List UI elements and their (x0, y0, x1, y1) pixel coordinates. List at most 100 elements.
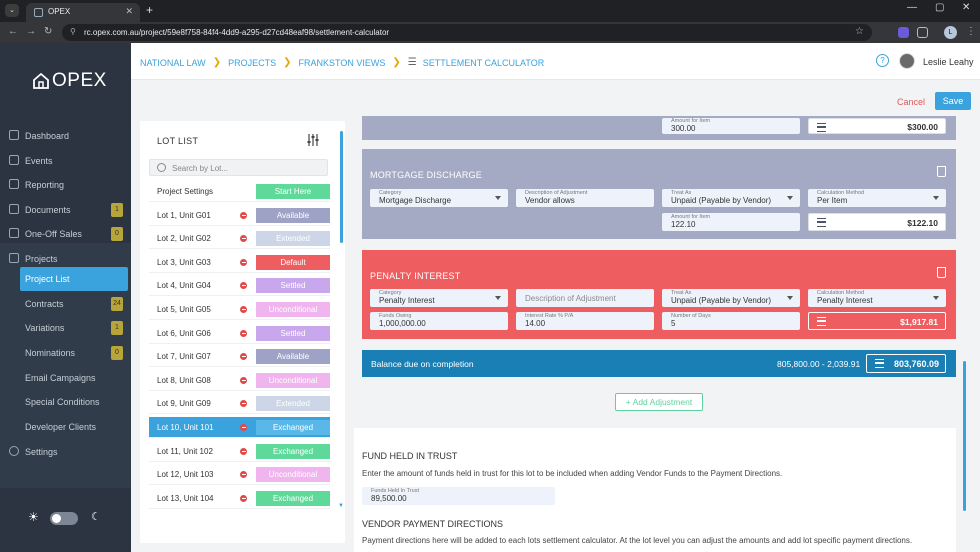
category-select[interactable]: Category Mortgage Discharge (370, 189, 508, 207)
maximize-button[interactable]: ▢ (935, 2, 944, 13)
user-name[interactable]: Leslie Leahy (923, 57, 974, 67)
interest-rate-field[interactable]: Interest Rate % P/A 14.00 (516, 312, 654, 330)
reload-button[interactable]: ↻ (44, 26, 52, 37)
field-value: Unpaid (Payable by Vendor) (671, 196, 772, 205)
count-badge: 0 (111, 346, 123, 360)
bookmark-star-icon[interactable]: ☆ (855, 26, 864, 37)
lot-row[interactable]: Lot 13, Unit 104 Exchanged (149, 488, 330, 509)
sidebar-item-events[interactable]: Events (0, 149, 131, 173)
content-scrollbar[interactable] (963, 121, 966, 541)
description-field[interactable]: Description of Adjustment (516, 289, 654, 307)
profile-avatar[interactable]: L (944, 26, 957, 39)
sidebar-item-project-list[interactable]: Project List (20, 267, 128, 291)
lot-row[interactable]: Lot 3, Unit G03 Default (149, 252, 330, 273)
category-select[interactable]: Category Penalty Interest (370, 289, 508, 307)
remove-circle-icon[interactable] (240, 211, 247, 219)
count-badge: 0 (111, 227, 123, 241)
remove-circle-icon[interactable] (240, 329, 247, 337)
tab-search-button[interactable]: ⌄ (5, 4, 19, 17)
close-window-button[interactable]: ✕ (962, 2, 970, 13)
sidebar-label: Documents (25, 205, 71, 215)
sidebar-item-email-campaigns[interactable]: Email Campaigns (0, 366, 131, 390)
sidebar-item-special-conditions[interactable]: Special Conditions (0, 390, 131, 414)
cancel-button[interactable]: Cancel (897, 97, 925, 107)
lot-row[interactable]: Lot 2, Unit G02 Extended (149, 228, 330, 250)
remove-circle-icon[interactable] (240, 258, 247, 266)
breadcrumb-national-law[interactable]: NATIONAL LAW (140, 58, 206, 68)
remove-circle-icon[interactable] (240, 447, 247, 455)
scroll-down-arrow-icon[interactable]: ▼ (338, 503, 344, 509)
funds-held-in-trust-field[interactable]: Funds Held In Trust 89,500.00 (362, 487, 555, 505)
calculation-method-select[interactable]: Calculation Method Per Item (808, 189, 946, 207)
lot-row[interactable]: Lot 1, Unit G01 Available (149, 205, 330, 226)
save-button[interactable]: Save (935, 92, 971, 110)
content-scrollbar-thumb[interactable] (963, 361, 966, 511)
opex-logo[interactable]: OPEX (32, 70, 107, 92)
lot-row[interactable]: Lot 6, Unit G06 Settled (149, 323, 330, 344)
lot-row[interactable]: Lot 9, Unit G09 Extended (149, 393, 330, 415)
sidebar-item-contracts[interactable]: Contracts 24 (0, 292, 131, 316)
remove-circle-icon[interactable] (240, 471, 247, 479)
address-bar[interactable]: ⚲ rc.opex.com.au/project/59e8f758-84f4-4… (62, 24, 872, 41)
sidebar-item-settings[interactable]: Settings (0, 440, 131, 464)
help-icon[interactable]: ? (876, 54, 889, 67)
total-value: $300.00 (907, 122, 938, 132)
lot-row[interactable]: Lot 7, Unit G07 Available (149, 346, 330, 368)
description-field[interactable]: Description of Adjustment Vendor allows (516, 189, 654, 207)
lot-search-input[interactable]: Search by Lot... (149, 159, 328, 176)
calculation-method-select[interactable]: Calculation Method Penalty Interest (808, 289, 946, 307)
tab-close-icon[interactable]: ✕ (125, 6, 133, 17)
user-avatar[interactable] (899, 53, 915, 69)
remove-circle-icon[interactable] (240, 424, 247, 431)
lot-list-scrollbar[interactable] (340, 131, 343, 243)
minimize-button[interactable]: — (907, 2, 917, 13)
lot-row[interactable]: Lot 5, Unit G05 Unconditional (149, 299, 330, 320)
lot-row[interactable]: Lot 8, Unit G08 Unconditional (149, 370, 330, 391)
amount-for-item-field[interactable]: Amount for Item 122.10 (662, 213, 800, 231)
lot-row[interactable]: Lot 12, Unit 103 Unconditional (149, 464, 330, 486)
remove-circle-icon[interactable] (240, 306, 247, 313)
delete-bin-icon[interactable] (937, 267, 946, 278)
browser-menu-icon[interactable]: ⋮ (966, 26, 976, 37)
treat-as-select[interactable]: Treat As Unpaid (Payable by Vendor) (662, 289, 800, 307)
lot-list-title: LOT LIST (157, 136, 199, 146)
breadcrumb-projects[interactable]: PROJECTS (228, 58, 276, 68)
sidebar-item-reporting[interactable]: Reporting (0, 173, 131, 197)
remove-circle-icon[interactable] (240, 494, 247, 502)
browser-tab-strip: ⌄ OPEX ✕ + — ▢ ✕ (0, 0, 980, 22)
remove-circle-icon[interactable] (240, 235, 247, 243)
number-of-days-field[interactable]: Number of Days 5 (662, 312, 800, 330)
breadcrumb-frankston-views[interactable]: FRANKSTON VIEWS (298, 58, 385, 68)
extensions-puzzle-icon[interactable] (917, 27, 928, 38)
back-button[interactable]: ← (8, 26, 18, 37)
lot-row[interactable]: Project Settings Start Here (149, 181, 330, 202)
treat-as-select[interactable]: Treat As Unpaid (Payable by Vendor) (662, 189, 800, 207)
remove-circle-icon[interactable] (240, 282, 247, 290)
new-tab-button[interactable]: + (146, 3, 153, 17)
lot-row[interactable]: Lot 4, Unit G04 Settled (149, 275, 330, 297)
sidebar-item-nominations[interactable]: Nominations 0 (0, 341, 131, 365)
lot-row[interactable]: Lot 10, Unit 101 Exchanged (149, 417, 330, 438)
remove-circle-icon[interactable] (240, 376, 247, 384)
lot-row[interactable]: Lot 11, Unit 102 Exchanged (149, 441, 330, 462)
remove-circle-icon[interactable] (240, 400, 247, 408)
sidebar-item-dashboard[interactable]: Dashboard (0, 124, 131, 148)
lot-status-badge[interactable]: Start Here (256, 184, 330, 199)
browser-tab[interactable]: OPEX ✕ (26, 3, 140, 22)
sidebar-item-variations[interactable]: Variations 1 (0, 316, 131, 340)
extension-icon[interactable] (898, 27, 909, 38)
remove-circle-icon[interactable] (240, 353, 247, 361)
amount-for-item-field[interactable]: Amount for Item 300.00 (662, 118, 800, 134)
funds-owing-field[interactable]: Funds Owing 1,000,000.00 (370, 312, 508, 330)
sidebar-item-documents[interactable]: Documents 1 (0, 198, 131, 222)
vendor-payment-description: Payment directions here will be added to… (362, 536, 913, 545)
sidebar-label: Projects (25, 254, 58, 264)
filter-sliders-icon[interactable] (306, 133, 320, 147)
sidebar-item-developer-clients[interactable]: Developer Clients (0, 415, 131, 439)
add-adjustment-button[interactable]: + Add Adjustment (615, 393, 703, 411)
forward-button[interactable]: → (26, 26, 36, 37)
site-info-icon[interactable]: ⚲ (70, 27, 76, 36)
delete-bin-icon[interactable] (937, 166, 946, 177)
dark-mode-switch[interactable] (50, 512, 78, 525)
menu-icon[interactable]: ☰ (408, 57, 417, 68)
